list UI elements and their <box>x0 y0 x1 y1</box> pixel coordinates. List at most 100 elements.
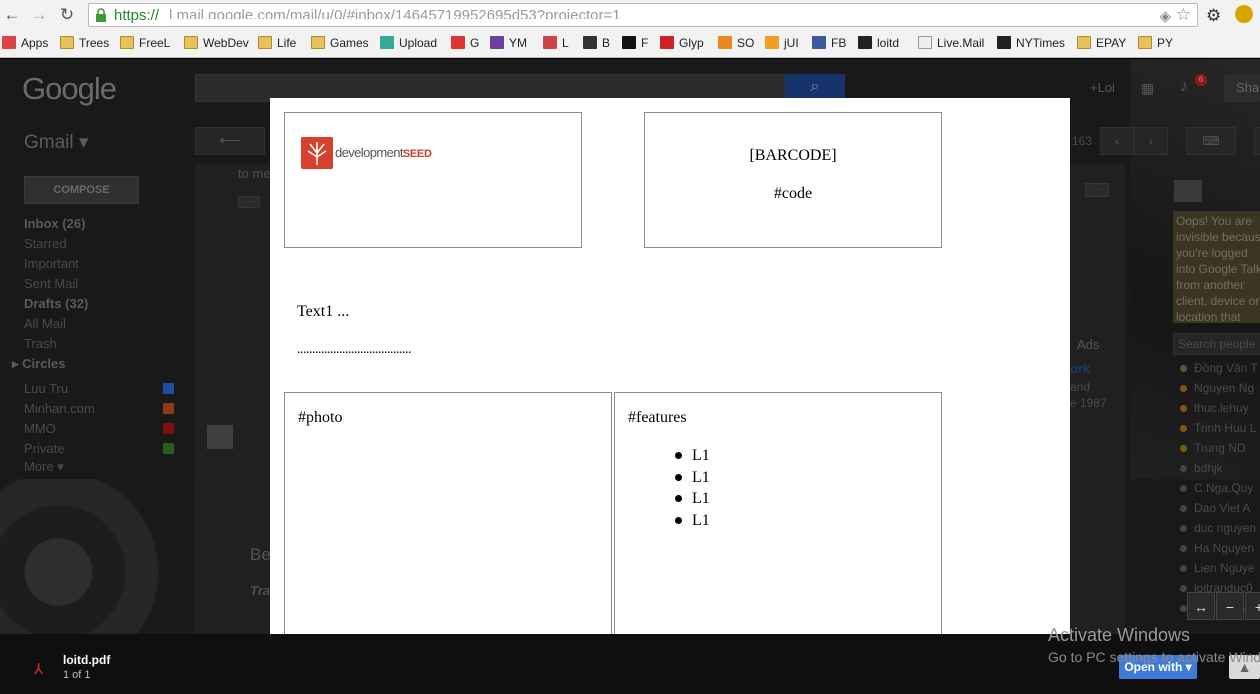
back-to-inbox-icon[interactable]: ⟵ <box>195 127 265 155</box>
forward-arrow-icon[interactable]: → <box>29 5 49 25</box>
fit-width-icon[interactable]: ↔ <box>1187 592 1215 620</box>
nav-item-inbox-26[interactable]: Inbox (26) <box>24 216 85 231</box>
jqueryui-icon <box>765 36 779 49</box>
ad-title[interactable]: ork <box>1070 361 1090 376</box>
zoom-in-icon[interactable]: + <box>1245 592 1260 620</box>
bookmark-fb[interactable]: FB <box>812 34 846 52</box>
keyboard-icon[interactable]: ⌨ <box>1186 127 1236 155</box>
folder-icon <box>1077 36 1091 49</box>
contact-name: Đồng Văn T <box>1194 361 1258 375</box>
bookmark-life[interactable]: Life <box>258 34 296 52</box>
bookmark-freel[interactable]: FreeL <box>120 34 170 52</box>
notification-bell-icon[interactable]: ♪ <box>1180 78 1188 96</box>
bookmarks-bar: Apps Trees FreeL WebDev Life Games Upload G YM L B… <box>0 32 1260 54</box>
feature-item: L1 <box>675 445 710 467</box>
nav-item-luu-tru[interactable]: Luu Tru <box>24 381 68 396</box>
bookmark-live-mail[interactable]: Live.Mail <box>918 34 984 52</box>
chrome-menu-icon[interactable]: ⚙ <box>1206 6 1221 26</box>
contact-item[interactable]: Ha Nguyen <box>1180 541 1254 555</box>
apps-grid-icon[interactable]: ▦ <box>1141 80 1157 96</box>
page-icon <box>918 36 932 49</box>
contact-item[interactable]: Trung ND <box>1180 441 1246 455</box>
nav-item-starred[interactable]: Starred <box>24 236 67 251</box>
notification-count: 6 <box>1195 74 1207 86</box>
compose-button[interactable]: COMPOSE <box>24 176 139 204</box>
nav-item-drafts-32[interactable]: Drafts (32) <box>24 296 88 311</box>
contact-item[interactable]: C.Nga.Quy <box>1180 481 1253 495</box>
bookmark-webdev[interactable]: WebDev <box>184 34 249 52</box>
contact-name: thuc.lehuy <box>1194 401 1249 415</box>
bookmark-epay[interactable]: EPAY <box>1077 34 1126 52</box>
bookmark-games[interactable]: Games <box>311 34 369 52</box>
contact-item[interactable]: Đồng Văn T <box>1180 361 1258 375</box>
bookmark-so[interactable]: SO <box>718 34 754 52</box>
bookmark-g[interactable]: G <box>451 34 479 52</box>
github-icon <box>858 36 872 49</box>
facebook-icon <box>812 36 826 49</box>
extension-diamond-icon[interactable]: ◈ <box>1159 7 1171 25</box>
bookmark-f[interactable]: F <box>622 34 648 52</box>
contact-item[interactable]: Dao Viet A <box>1180 501 1250 515</box>
user-name[interactable]: +Loi <box>1090 80 1115 95</box>
nav-item-all-mail[interactable]: All Mail <box>24 316 66 331</box>
bookmark-l[interactable]: L <box>543 34 569 52</box>
nav-item-trash[interactable]: Trash <box>24 336 57 351</box>
bookmark-py[interactable]: PY <box>1138 34 1173 52</box>
bookmark-star-icon[interactable]: ☆ <box>1176 5 1191 25</box>
bookmark-loitd[interactable]: loitd <box>858 34 899 52</box>
reload-icon[interactable]: ↻ <box>57 5 77 25</box>
contact-name: bdhjk <box>1194 461 1223 475</box>
settings-gear-icon[interactable] <box>1254 127 1260 155</box>
people-search-input[interactable]: Search people <box>1173 333 1260 355</box>
show-trimmed-icon[interactable]: ··· <box>238 196 260 208</box>
bookmark-b[interactable]: B <box>583 34 610 52</box>
contact-item[interactable]: duc nguyen <box>1180 521 1256 535</box>
chat-notice: Oops! You are invisible because you're l… <box>1173 211 1260 323</box>
presence-dot-icon <box>1180 445 1187 452</box>
nav-item-minhan-com[interactable]: Minhan.com <box>24 401 95 416</box>
bookmark-label: loitd <box>877 36 900 50</box>
contact-name: Lien Nguye <box>1194 561 1255 575</box>
message-subheading: Tra <box>250 583 270 598</box>
label-color-swatch <box>163 383 174 394</box>
address-bar[interactable]: https:// l mail.google.com/mail/u/0/#inb… <box>88 3 1198 27</box>
nav-item-circles[interactable]: ▸ Circles <box>12 356 66 372</box>
barcode-code: #code <box>773 185 813 202</box>
contact-item[interactable]: bdhjk <box>1180 461 1223 475</box>
bookmark-label: EPAY <box>1096 36 1127 50</box>
contact-item[interactable]: Trinh Huu L <box>1180 421 1256 435</box>
prev-chevron-icon[interactable]: ‹ <box>1100 127 1134 155</box>
bookmark-glyp[interactable]: Glyp <box>660 34 704 52</box>
nav-item-sent-mail[interactable]: Sent Mail <box>24 276 78 291</box>
ads-label: Ads <box>1077 337 1100 352</box>
more-options-icon[interactable]: ··· <box>1085 183 1109 197</box>
extension-icon[interactable] <box>1235 5 1253 23</box>
folder-icon <box>311 36 325 49</box>
nav-item-important[interactable]: Important <box>24 256 79 271</box>
bookmark-ym[interactable]: YM <box>490 34 527 52</box>
bookmark-apps[interactable]: Apps <box>2 34 48 52</box>
presence-dot-icon <box>1180 505 1187 512</box>
zoom-out-icon[interactable]: − <box>1216 592 1244 620</box>
label-color-swatch <box>163 403 174 414</box>
contact-name: Trinh Huu L <box>1194 421 1257 435</box>
contact-item[interactable]: Lien Nguye <box>1180 561 1255 575</box>
next-chevron-icon[interactable]: › <box>1134 127 1168 155</box>
nav-item-mmo[interactable]: MMO <box>24 421 56 436</box>
bookmark-upload[interactable]: Upload <box>380 34 437 52</box>
bookmark-nytimes[interactable]: NYTimes <box>997 34 1065 52</box>
theme-background-image <box>0 479 195 634</box>
nav-item-more[interactable]: More ▾ <box>24 459 64 475</box>
contact-item[interactable]: thuc.lehuy <box>1180 401 1249 415</box>
back-arrow-icon[interactable]: ← <box>2 5 22 25</box>
contact-name: duc nguyen <box>1194 521 1257 535</box>
bookmark-label: WebDev <box>203 36 249 50</box>
share-button[interactable]: Sha <box>1224 74 1260 102</box>
bookmark-jui[interactable]: jUI <box>765 34 799 52</box>
gmail-label[interactable]: Gmail ▾ <box>24 131 88 154</box>
play-store-icon <box>380 36 394 49</box>
contact-item[interactable]: Nguyen Ng <box>1180 381 1254 395</box>
nav-item-private[interactable]: Private <box>24 441 64 456</box>
bookmark-trees[interactable]: Trees <box>60 34 109 52</box>
photo-box: #photo <box>284 392 612 634</box>
